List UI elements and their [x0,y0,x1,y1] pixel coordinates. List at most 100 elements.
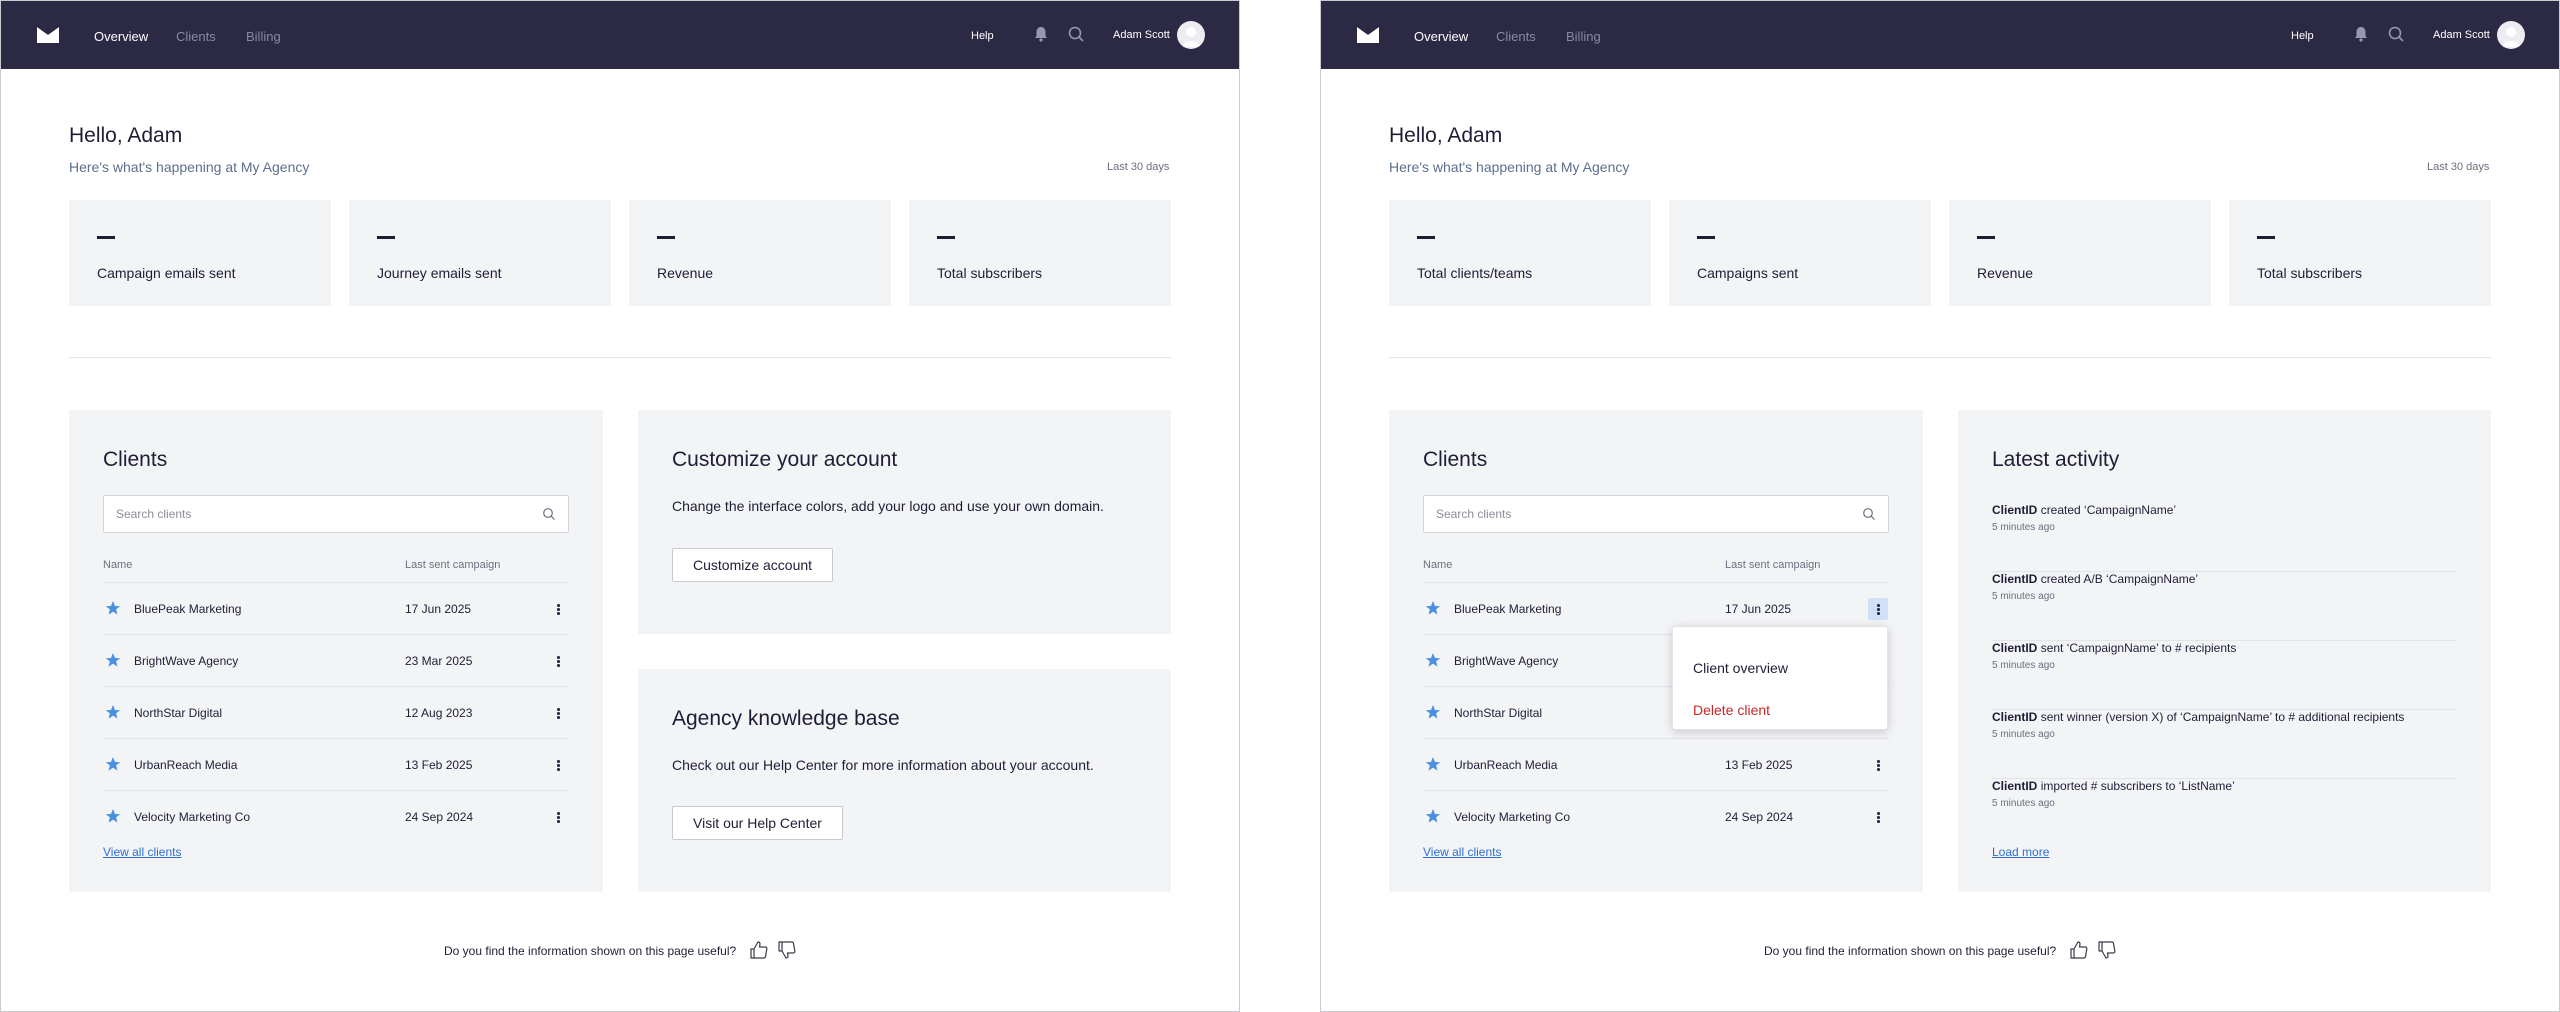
star-icon[interactable] [1425,600,1441,616]
search-icon[interactable] [1067,25,1085,43]
nav-overview[interactable]: Overview [1414,29,1468,44]
stat-card-total-clients: Total clients/teams [1389,200,1651,306]
star-icon[interactable] [1425,652,1441,668]
knowledge-base-panel: Agency knowledge base Check out our Help… [638,669,1171,892]
help-center-button[interactable]: Visit our Help Center [672,806,843,840]
client-name[interactable]: BrightWave Agency [134,654,238,668]
star-icon[interactable] [1425,808,1441,824]
client-search[interactable] [103,495,569,533]
activity-title: Latest activity [1992,448,2120,471]
more-options-icon[interactable] [548,754,568,776]
search-icon[interactable] [1862,507,1876,521]
table-row[interactable]: Velocity Marketing Co 24 Sep 2024 [1423,790,1889,842]
knowledge-description: Check out our Help Center for more infor… [672,757,1094,773]
more-options-icon[interactable] [548,702,568,724]
top-nav-bar: Overview Clients Billing Help Adam Scott [1321,1,2559,69]
more-options-icon[interactable] [548,598,568,620]
menu-item-client-overview[interactable]: Client overview [1693,660,1788,676]
view-all-clients-link[interactable]: View all clients [103,845,181,859]
client-search[interactable] [1423,495,1889,533]
column-header-name[interactable]: Name [103,559,132,571]
nav-clients[interactable]: Clients [1496,29,1536,44]
activity-item: ClientID created A/B ‘CampaignName’ 5 mi… [1992,572,2456,641]
thumbs-up-icon[interactable] [2069,940,2089,960]
star-icon[interactable] [105,704,121,720]
column-header-last-sent[interactable]: Last sent campaign [405,559,500,571]
search-input[interactable] [1436,496,1836,532]
more-options-icon[interactable] [1868,598,1888,620]
thumbs-up-icon[interactable] [749,940,769,960]
nav-clients[interactable]: Clients [176,29,216,44]
star-icon[interactable] [105,756,121,772]
avatar[interactable] [2497,21,2525,49]
activity-time: 5 minutes ago [1992,729,2055,740]
top-nav-bar: Overview Clients Billing Help Adam Scott [1,1,1239,69]
client-name[interactable]: BluePeak Marketing [1454,602,1561,616]
customize-account-button[interactable]: Customize account [672,548,834,582]
star-icon[interactable] [1425,704,1441,720]
stat-card-journey-emails: Journey emails sent [349,200,611,306]
user-name[interactable]: Adam Scott [1113,29,1170,41]
client-name[interactable]: NorthStar Digital [1454,706,1542,720]
brand-logo-icon[interactable] [37,27,59,43]
table-row[interactable]: UrbanReach Media 13 Feb 2025 [103,738,569,790]
star-icon[interactable] [1425,756,1441,772]
bell-icon[interactable] [2352,25,2370,43]
activity-text: ClientID sent ‘CampaignName’ to # recipi… [1992,641,2236,655]
search-icon[interactable] [542,507,556,521]
client-last-sent: 13 Feb 2025 [405,758,473,772]
menu-item-delete-client[interactable]: Delete client [1693,702,1770,718]
star-icon[interactable] [105,600,121,616]
search-icon[interactable] [2387,25,2405,43]
table-row[interactable]: BrightWave Agency 23 Mar 2025 [103,634,569,686]
nav-help[interactable]: Help [2291,30,2314,42]
user-avatar-icon [1182,27,1200,47]
star-icon[interactable] [105,652,121,668]
stat-value-placeholder [657,236,675,239]
client-name[interactable]: UrbanReach Media [134,758,237,772]
activity-text: ClientID created A/B ‘CampaignName’ [1992,572,2198,586]
client-name[interactable]: UrbanReach Media [1454,758,1557,772]
star-icon[interactable] [105,808,121,824]
nav-help[interactable]: Help [971,30,994,42]
more-options-icon[interactable] [548,806,568,828]
bell-icon[interactable] [1032,25,1050,43]
more-options-icon[interactable] [1868,806,1888,828]
thumbs-down-icon[interactable] [2097,940,2117,960]
view-all-clients-link[interactable]: View all clients [1423,845,1501,859]
column-header-name[interactable]: Name [1423,559,1452,571]
stat-label: Total subscribers [2257,265,2363,281]
activity-item: ClientID imported # subscribers to ‘List… [1992,779,2456,848]
dashboard-view-left: Overview Clients Billing Help Adam Scott… [0,0,1240,1012]
table-row[interactable]: UrbanReach Media 13 Feb 2025 [1423,738,1889,790]
client-name[interactable]: BluePeak Marketing [134,602,241,616]
table-row[interactable]: NorthStar Digital 12 Aug 2023 [103,686,569,738]
section-divider [69,357,1171,358]
user-name[interactable]: Adam Scott [2433,29,2490,41]
load-more-link[interactable]: Load more [1992,845,2049,859]
page-subtitle: Here's what's happening at My Agency [69,159,310,175]
nav-billing[interactable]: Billing [1566,29,1601,44]
stat-card-campaign-emails: Campaign emails sent [69,200,331,306]
brand-logo-icon[interactable] [1357,27,1379,43]
nav-overview[interactable]: Overview [94,29,148,44]
client-name[interactable]: NorthStar Digital [134,706,222,720]
search-input[interactable] [116,496,516,532]
table-row[interactable]: BluePeak Marketing 17 Jun 2025 [103,582,569,634]
thumbs-down-icon[interactable] [777,940,797,960]
customize-panel: Customize your account Change the interf… [638,410,1171,634]
column-header-last-sent[interactable]: Last sent campaign [1725,559,1820,571]
client-name[interactable]: Velocity Marketing Co [134,810,250,824]
knowledge-title: Agency knowledge base [672,707,900,730]
more-options-icon[interactable] [548,650,568,672]
nav-billing[interactable]: Billing [246,29,281,44]
more-options-icon[interactable] [1868,754,1888,776]
client-name[interactable]: Velocity Marketing Co [1454,810,1570,824]
table-row[interactable]: Velocity Marketing Co 24 Sep 2024 [103,790,569,842]
activity-text: ClientID imported # subscribers to ‘List… [1992,779,2235,793]
activity-time: 5 minutes ago [1992,798,2055,809]
client-name[interactable]: BrightWave Agency [1454,654,1558,668]
client-last-sent: 17 Jun 2025 [405,602,472,616]
avatar[interactable] [1177,21,1205,49]
stat-label: Total subscribers [937,265,1043,281]
